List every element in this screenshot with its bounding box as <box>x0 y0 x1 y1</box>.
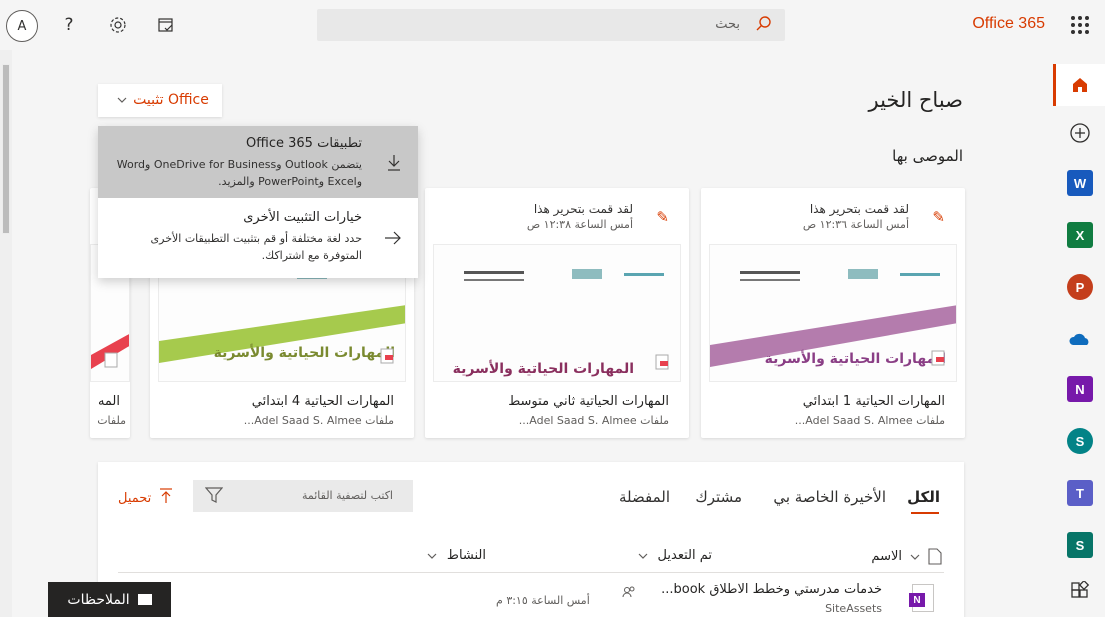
settings-icon[interactable] <box>106 13 130 37</box>
upload-icon <box>159 488 173 508</box>
greeting-heading: صباح الخير <box>868 88 963 112</box>
filter-placeholder: اكتب لتصفية القائمة <box>301 489 393 502</box>
active-tab-indicator <box>911 512 939 514</box>
file-type-icon <box>928 548 942 565</box>
onedrive-icon[interactable] <box>1067 326 1093 352</box>
help-icon[interactable]: ? <box>57 13 81 37</box>
card-owner: ملفات <box>97 414 126 427</box>
sharepoint-icon[interactable]: S <box>1067 428 1093 454</box>
download-icon <box>386 154 402 176</box>
arrow-right-icon <box>384 230 402 249</box>
edit-pencil-icon: ✎ <box>932 208 945 226</box>
card-activity: لقد قمت بتحرير هذا أمس الساعة ١٢:٣٦ ص <box>802 202 909 231</box>
edit-pencil-icon: ✎ <box>656 208 669 226</box>
app-rail: W X P N S T S <box>1053 50 1105 617</box>
thumb-banner-text: المهارات الحياتية والأسرية <box>453 360 634 377</box>
thumb-banner-text: المهارات الحياتية والأسرية <box>765 350 946 367</box>
recommended-card[interactable]: ✎ لقد قمت بتحرير هذا أمس الساعة ١٢:٣٦ ص … <box>701 188 965 438</box>
chevron-down-icon <box>910 554 920 560</box>
feedback-label: الملاحظات <box>67 591 130 608</box>
other-install-options-item[interactable]: خيارات التثبيت الأخرى حدد لغة مختلفة أو … <box>98 200 418 272</box>
chevron-down-icon <box>427 553 437 559</box>
tab-shared[interactable]: مشترك <box>695 488 742 506</box>
powerpoint-icon[interactable]: P <box>1067 274 1093 300</box>
brand-logo-text[interactable]: Office 365 <box>972 15 1045 33</box>
word-icon[interactable]: W <box>1067 170 1093 196</box>
account-avatar[interactable]: A <box>6 10 38 42</box>
column-header-name[interactable]: الاسم <box>871 548 942 565</box>
card-owner: ملفات Adel Saad S. Almee... <box>243 414 394 427</box>
scrollbar-thumb[interactable] <box>2 64 10 234</box>
top-bar: A ? بحث Office 365 <box>0 0 1105 50</box>
chevron-down-icon <box>117 93 127 106</box>
all-apps-icon[interactable] <box>1067 578 1093 604</box>
sway-icon[interactable]: S <box>1067 532 1093 558</box>
search-box[interactable]: بحث <box>317 9 785 41</box>
feedback-button[interactable]: الملاحظات <box>48 582 171 617</box>
install-dropdown-menu: تطبيقات Office 365 يتضمن Outlook وOneDri… <box>98 126 418 278</box>
install-office-label: تثبيت Office <box>133 91 209 108</box>
file-location[interactable]: SiteAssets <box>825 602 882 615</box>
create-icon[interactable] <box>1067 120 1093 146</box>
column-header-modified[interactable]: تم التعديل <box>638 548 712 563</box>
filter-icon <box>204 487 224 507</box>
card-thumbnail: المهارات الحياتية والأسرية <box>433 244 681 382</box>
tab-favorites[interactable]: المفضلة <box>619 488 670 506</box>
upload-label: تحميل <box>118 490 152 506</box>
upload-button[interactable]: تحميل <box>118 488 173 508</box>
card-title[interactable]: المهارات الحياتية ثاني متوسط <box>508 394 669 409</box>
install-office365-apps-item[interactable]: تطبيقات Office 365 يتضمن Outlook وOneDri… <box>98 126 418 198</box>
search-input[interactable]: بحث <box>715 17 740 32</box>
card-title[interactable]: المهارات الحياتية 4 ابتدائي <box>252 394 394 409</box>
card-owner: ملفات Adel Saad S. Almee... <box>518 414 669 427</box>
feedback-icon <box>137 594 152 605</box>
file-name-link[interactable]: خدمات مدرستي وخطط الاطلاق book... <box>661 582 882 597</box>
whats-new-icon[interactable] <box>154 13 178 37</box>
column-header-activity[interactable]: النشاط <box>427 548 486 563</box>
page-scrollbar[interactable] <box>0 50 12 617</box>
card-owner: ملفات Adel Saad S. Almee... <box>794 414 945 427</box>
home-icon[interactable] <box>1067 72 1093 98</box>
tab-all[interactable]: الكل <box>907 488 940 506</box>
card-activity: لقد قمت بتحرير هذا أمس الساعة ١٢:٣٨ ص <box>526 202 633 231</box>
file-modified-time: أمس الساعة ٣:١٥ م <box>496 594 590 607</box>
onenote-file-icon: N <box>909 584 934 612</box>
thumb-banner-text: المهارات الحياتية والأسرية <box>214 344 395 361</box>
files-panel: الكل الأخيرة الخاصة بي مشترك المفضلة اكت… <box>98 462 964 617</box>
excel-icon[interactable]: X <box>1067 222 1093 248</box>
search-icon <box>755 15 773 37</box>
filter-list-input[interactable]: اكتب لتصفية القائمة <box>193 480 413 512</box>
teams-icon[interactable]: T <box>1067 480 1093 506</box>
tab-recent[interactable]: الأخيرة الخاصة بي <box>773 488 886 506</box>
app-launcher-icon[interactable] <box>1071 16 1089 34</box>
card-thumbnail: المهارات الحياتية والأسرية <box>709 244 957 382</box>
onenote-icon[interactable]: N <box>1067 376 1093 402</box>
recommended-heading: الموصى بها <box>892 147 963 165</box>
chevron-down-icon <box>638 553 647 559</box>
recommended-card[interactable]: ✎ لقد قمت بتحرير هذا أمس الساعة ١٢:٣٨ ص … <box>425 188 689 438</box>
header-divider <box>118 572 944 573</box>
shared-people-icon <box>622 586 636 601</box>
card-title[interactable]: المه <box>98 394 120 409</box>
install-office-button[interactable]: تثبيت Office <box>98 84 222 117</box>
card-title[interactable]: المهارات الحياتية 1 ابتدائي <box>803 394 945 409</box>
